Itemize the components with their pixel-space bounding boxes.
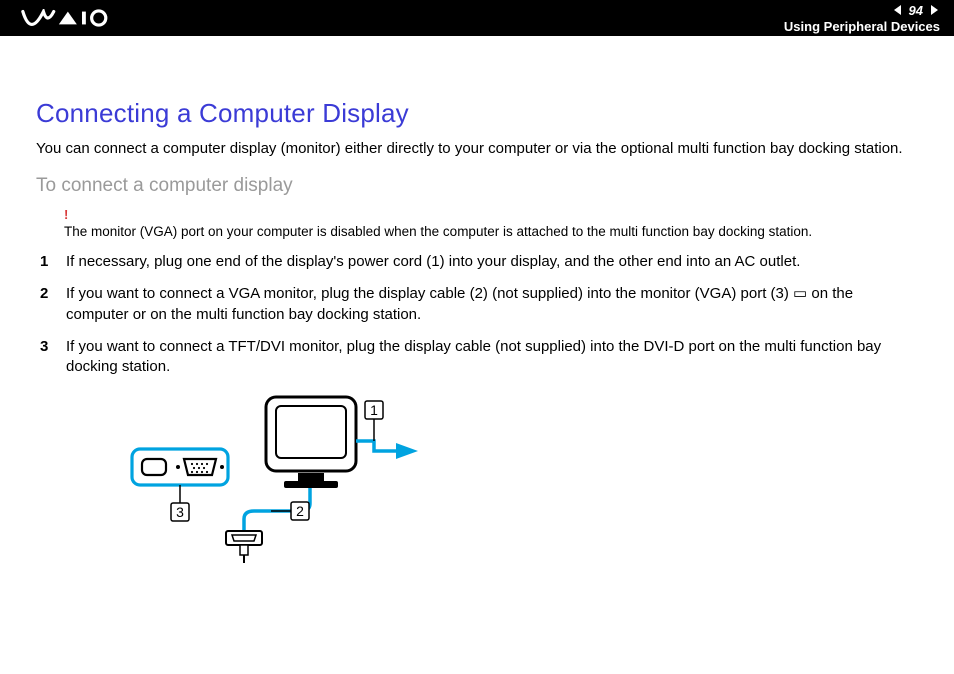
section-subtitle: To connect a computer display	[36, 175, 918, 197]
svg-text:2: 2	[296, 503, 304, 519]
callout-1: 1	[365, 401, 383, 441]
intro-text: You can connect a computer display (moni…	[36, 139, 918, 159]
svg-text:3: 3	[176, 504, 184, 520]
warning-block: ! The monitor (VGA) port on your compute…	[64, 207, 918, 240]
section-name: Using Peripheral Devices	[784, 19, 940, 34]
header-bar: 94 Using Peripheral Devices	[0, 0, 954, 36]
vga-connector-icon	[226, 531, 262, 563]
page-content: Connecting a Computer Display You can co…	[0, 36, 954, 596]
callout-3: 3	[171, 485, 189, 521]
power-cord	[356, 441, 418, 459]
page-number: 94	[909, 3, 923, 18]
svg-text:1: 1	[370, 402, 378, 418]
page-title: Connecting a Computer Display	[36, 98, 918, 129]
step-item: If you want to connect a TFT/DVI monitor…	[36, 337, 918, 378]
monitor-icon	[266, 397, 356, 488]
steps-list: If necessary, plug one end of the displa…	[36, 252, 918, 377]
connection-figure: 1 2	[96, 391, 918, 576]
header-right: 94 Using Peripheral Devices	[780, 3, 940, 34]
step-item: If you want to connect a VGA monitor, pl…	[36, 284, 918, 325]
nav-next-icon[interactable]	[928, 4, 940, 16]
warning-icon: !	[64, 207, 918, 223]
vaio-logo	[18, 9, 128, 27]
callout-2: 2	[271, 502, 309, 520]
nav-prev-icon[interactable]	[892, 4, 904, 16]
vga-port-panel	[132, 449, 228, 485]
warning-text: The monitor (VGA) port on your computer …	[64, 224, 812, 239]
step-item: If necessary, plug one end of the displa…	[36, 252, 918, 272]
